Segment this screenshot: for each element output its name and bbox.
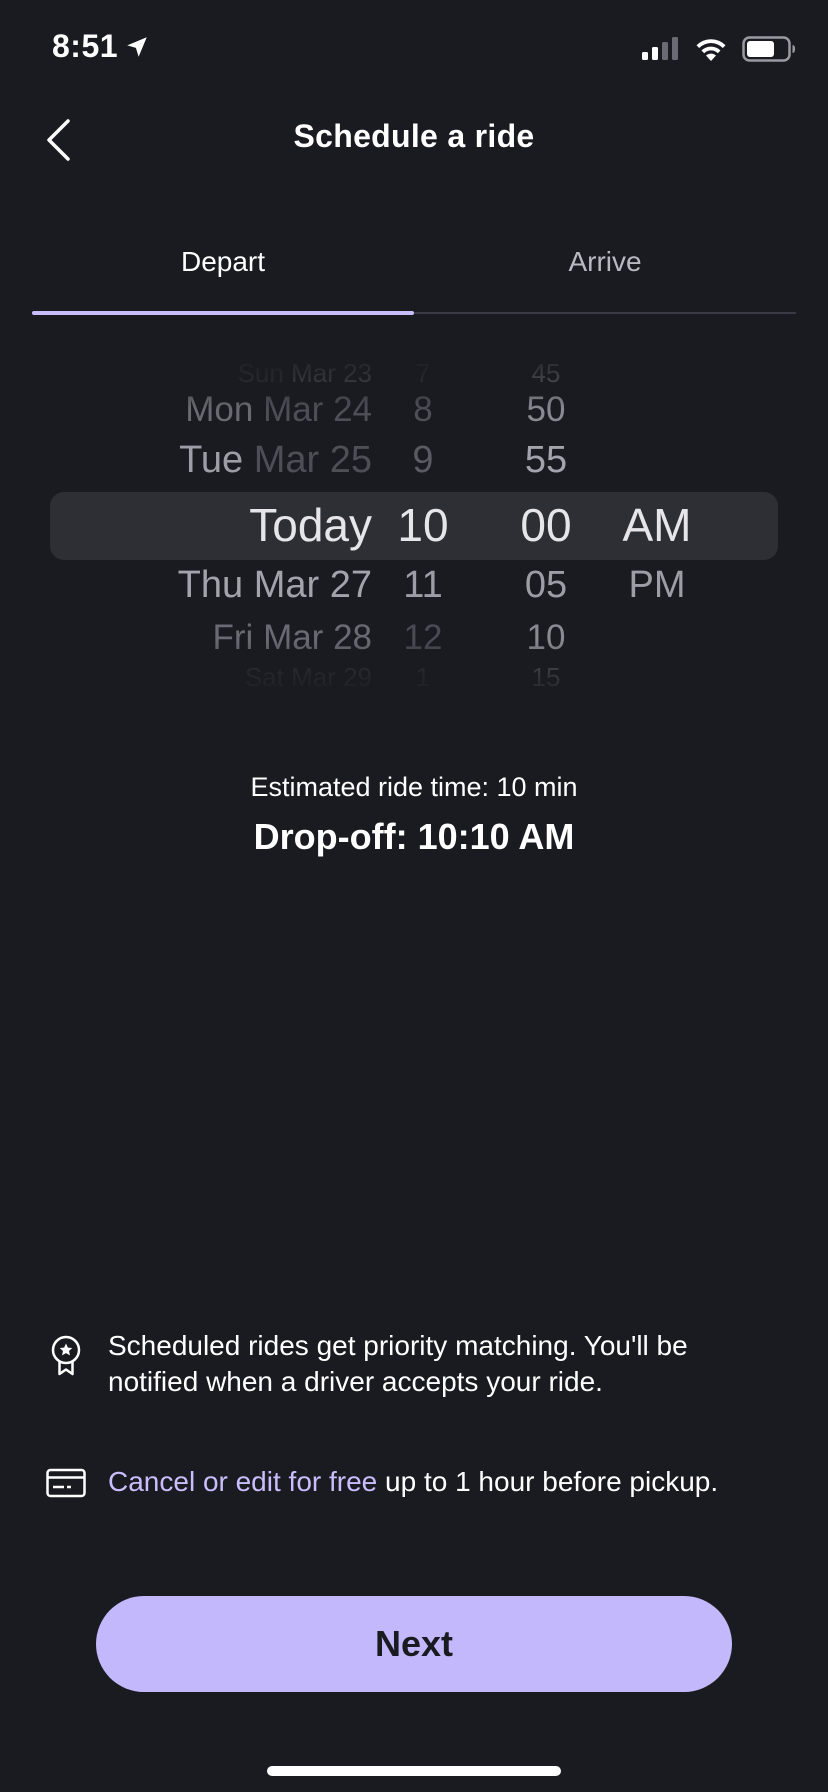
picker-minute-row[interactable]: 15 <box>506 662 586 693</box>
picker-hour-row[interactable]: 11 <box>388 564 458 607</box>
picker-date-row[interactable]: Thu Mar 27 <box>178 564 372 607</box>
picker-date-row[interactable]: Sun Mar 23 <box>238 358 372 389</box>
picker-ampm-selected[interactable]: AM <box>612 498 702 552</box>
picker-minute-selected[interactable]: 00 <box>506 498 586 552</box>
priority-info-row: Scheduled rides get priority matching. Y… <box>44 1328 784 1400</box>
picker-ampm-row[interactable]: PM <box>612 564 702 607</box>
picker-minute-column[interactable]: 45 50 55 00 05 10 15 <box>506 350 586 700</box>
picker-hour-row[interactable]: 12 <box>388 618 458 658</box>
depart-arrive-tabs: Depart Arrive <box>32 232 796 315</box>
status-icons <box>642 36 796 62</box>
picker-hour-selected[interactable]: 10 <box>388 498 458 552</box>
picker-date-row[interactable]: Mon Mar 24 <box>185 390 372 430</box>
status-time-text: 8:51 <box>52 28 119 64</box>
picker-ampm-column[interactable]: AM PM <box>612 350 702 700</box>
picker-hour-row[interactable]: 9 <box>388 439 458 482</box>
signal-icon <box>642 37 678 60</box>
picker-date-column[interactable]: Sun Mar 23 Mon Mar 24 Tue Mar 25 Today T… <box>90 350 372 700</box>
estimated-ride-time: Estimated ride time: 10 min <box>250 772 578 802</box>
picker-hour-row[interactable]: 1 <box>388 662 458 693</box>
picker-minute-row[interactable]: 55 <box>506 439 586 482</box>
picker-minute-row[interactable]: 10 <box>506 618 586 658</box>
cancel-info-rest: up to 1 hour before pickup. <box>377 1466 719 1497</box>
credit-card-icon <box>46 1468 86 1498</box>
date-time-picker[interactable]: Sun Mar 23 Mon Mar 24 Tue Mar 25 Today T… <box>0 350 828 700</box>
picker-minute-row[interactable]: 05 <box>506 564 586 607</box>
picker-date-row[interactable]: Sat Mar 29 <box>245 662 372 693</box>
picker-date-selected[interactable]: Today <box>249 498 372 552</box>
picker-minute-row[interactable]: 45 <box>506 358 586 389</box>
cancel-info-row: Cancel or edit for free up to 1 hour bef… <box>44 1464 784 1500</box>
picker-hour-row[interactable]: 7 <box>388 358 458 389</box>
home-indicator <box>267 1766 561 1776</box>
award-ribbon-icon <box>51 1335 81 1376</box>
page-title: Schedule a ride <box>293 118 535 154</box>
picker-date-row[interactable]: Fri Mar 28 <box>213 618 372 658</box>
picker-hour-row[interactable]: 8 <box>388 390 458 430</box>
tab-arrive[interactable]: Arrive <box>414 232 796 312</box>
priority-info-text: Scheduled rides get priority matching. Y… <box>108 1330 688 1397</box>
tab-depart[interactable]: Depart <box>32 232 414 315</box>
picker-minute-row[interactable]: 50 <box>506 390 586 430</box>
status-time: 8:51 <box>52 28 150 65</box>
location-arrow-icon <box>127 36 147 57</box>
battery-icon <box>742 36 795 62</box>
next-button[interactable]: Next <box>96 1596 732 1692</box>
picker-date-row[interactable]: Tue Mar 25 <box>179 439 372 482</box>
wifi-icon <box>696 39 726 61</box>
cancel-info-text: Cancel or edit for free up to 1 hour bef… <box>108 1464 718 1500</box>
dropoff-time: Drop-off: 10:10 AM <box>253 816 575 857</box>
cancel-edit-link[interactable]: Cancel or edit for free <box>108 1466 377 1497</box>
picker-hour-column[interactable]: 7 8 9 10 11 12 1 <box>388 350 458 700</box>
